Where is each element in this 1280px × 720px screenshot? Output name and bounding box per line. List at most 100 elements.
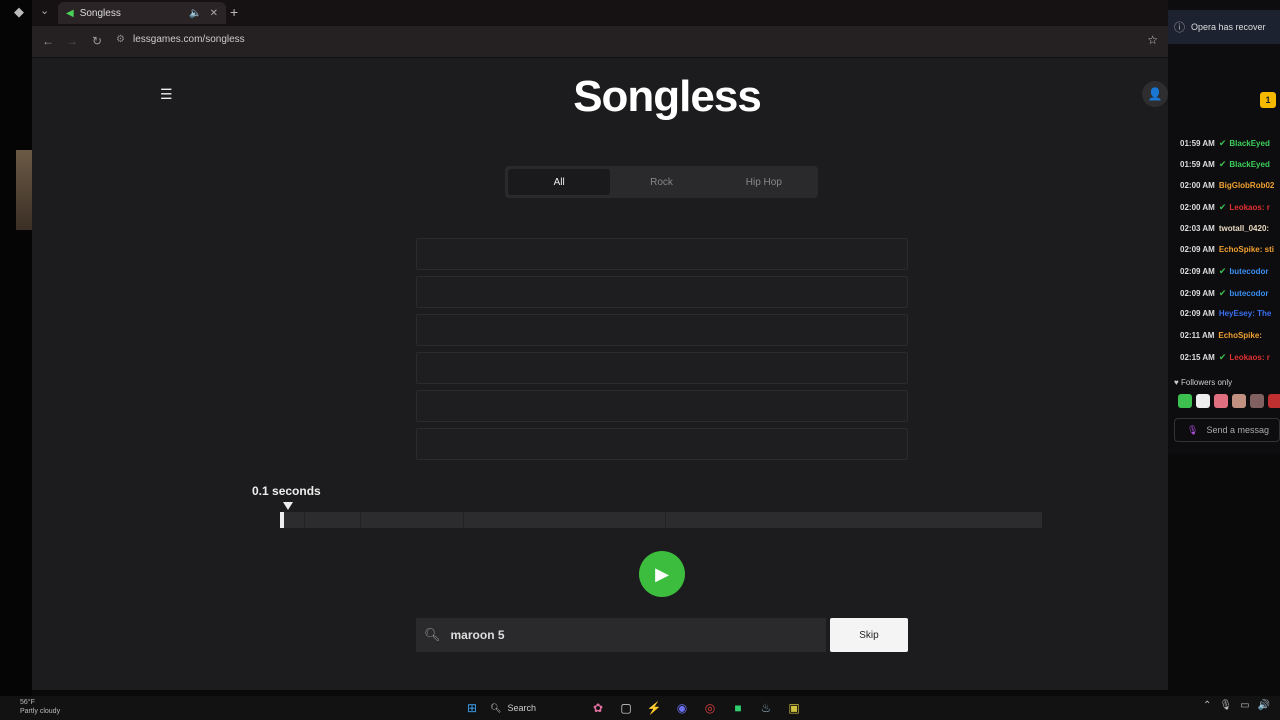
verified-badge-icon: ✔ [1218, 138, 1227, 148]
chat-timestamp: 02:09 AM [1180, 309, 1215, 319]
chat-username[interactable]: BlackEyed [1229, 160, 1269, 169]
verified-badge-icon: ✔ [1218, 287, 1227, 298]
taskbar-green-app-icon[interactable]: ■ [728, 698, 748, 718]
verified-badge-icon: ✔ [1218, 202, 1227, 213]
forward-arrow-icon[interactable]: → [66, 34, 78, 48]
song-search-box[interactable]: 🔍︎ maroon 5 [416, 618, 826, 652]
weather-widget[interactable]: 56°F Partly cloudy [20, 698, 60, 716]
taskbar-widget-icon[interactable]: ✿ [588, 698, 608, 718]
chat-message-input[interactable]: 🎙 Send a messag [1174, 418, 1280, 442]
verified-badge-icon: ✔ [1218, 352, 1227, 362]
emote-bar [1178, 394, 1280, 408]
chat-message: 01:59 AM ✔ BlackEyed [1180, 138, 1280, 149]
chat-timestamp: 01:59 AM [1180, 160, 1215, 170]
guess-slot [416, 390, 908, 422]
opera-recovery-notice[interactable]: ⓘ Opera has recover [1168, 10, 1280, 44]
skip-button[interactable]: Skip [830, 618, 908, 652]
chat-username[interactable]: EchoSpike: [1218, 331, 1262, 340]
url-text: lessgames.com/songless [132, 34, 245, 45]
user-account-icon[interactable]: 👤 [1142, 81, 1168, 107]
emote-icon[interactable] [1178, 394, 1192, 408]
chat-timestamp: 02:09 AM [1180, 267, 1215, 277]
new-tab-plus-icon[interactable]: + [230, 4, 238, 20]
chat-username[interactable]: HeyEsey: The [1219, 309, 1271, 318]
weather-temp: 56°F [20, 699, 35, 706]
genre-tab-hip-hop[interactable]: Hip Hop [713, 169, 815, 195]
guess-slot [416, 276, 908, 308]
reload-icon[interactable]: ↻ [92, 34, 102, 48]
search-input-value[interactable]: maroon 5 [451, 628, 505, 642]
verified-badge-icon: ✔ [1218, 266, 1227, 277]
bookmark-star-icon[interactable]: ☆ [1147, 33, 1158, 47]
chat-message: 02:09 AM ✔ butecodor [1180, 266, 1280, 277]
chat-message: 02:11 AM EchoSpike: [1180, 331, 1280, 340]
emote-icon[interactable] [1214, 394, 1228, 408]
site-logo: Songless [573, 72, 762, 121]
taskbar-game-icon[interactable]: ▣ [784, 698, 804, 718]
timeline-segment-divider [360, 512, 361, 528]
tray-volume-icon[interactable]: 🔊 [1258, 700, 1270, 711]
discord-icon[interactable]: ◉ [672, 698, 692, 718]
taskbar-apps: ⊞ 🔍︎ Search ✿ ▢ ⚡ ◉ ◎ ■ ♨ ▣ [462, 698, 804, 718]
taskbar-search-label: Search [507, 703, 536, 713]
followers-only-text: Followers only [1180, 378, 1233, 387]
guess-slot [416, 428, 908, 460]
genre-tabs: All Rock Hip Hop [505, 166, 818, 198]
chrome-icon[interactable]: ◎ [700, 698, 720, 718]
play-button[interactable]: ▶ [639, 551, 685, 597]
chat-timestamp: 02:15 AM [1180, 353, 1215, 362]
chat-message: 02:09 AM HeyEsey: The [1180, 309, 1280, 318]
system-tray: ⌃ 🎙 ▭ 🔊 [1203, 700, 1270, 711]
timeline-marker [283, 502, 293, 510]
play-icon: ▶ [655, 563, 669, 584]
tab-songless[interactable]: ◀ Songless 🔈 ✕ [58, 2, 226, 24]
back-arrow-icon[interactable]: ← [42, 34, 54, 48]
chat-username[interactable]: butecodor [1229, 267, 1268, 276]
chat-username[interactable]: twotall_0420: [1219, 224, 1269, 233]
emote-icon[interactable] [1268, 394, 1280, 408]
taskbar-app-icon[interactable]: ⚡ [644, 698, 664, 718]
chat-username[interactable]: butecodor [1229, 289, 1268, 298]
tab-close-icon[interactable]: ✕ [210, 8, 218, 19]
chat-username[interactable]: BigGlobRob02 [1219, 181, 1275, 190]
emote-icon[interactable] [1232, 394, 1246, 408]
guess-slot [416, 238, 908, 270]
followers-only-label: ♥ Followers only [1174, 378, 1233, 387]
chat-username[interactable]: Leokaos: r [1229, 353, 1269, 362]
chat-message: 02:09 AM EchoSpike: sti [1180, 245, 1280, 254]
weather-desc: Partly cloudy [20, 708, 61, 715]
guess-slot [416, 314, 908, 346]
chat-username[interactable]: BlackEyed [1229, 139, 1269, 148]
stream-chat-panel: ⓘ Opera has recover 1 01:59 AM ✔ BlackEyed… [1168, 0, 1280, 454]
timeline-progress [280, 512, 284, 528]
tab-bar: ⌄ ◀ Songless 🔈 ✕ + [32, 0, 1168, 26]
tray-chevron-icon[interactable]: ⌃ [1203, 700, 1211, 711]
genre-tab-rock[interactable]: Rock [610, 169, 712, 195]
steam-icon[interactable]: ♨ [756, 698, 776, 718]
songless-favicon-icon: ◀ [66, 7, 74, 19]
task-view-icon[interactable]: ▢ [616, 698, 636, 718]
chat-message: 02:15 AM ✔ Leokaos: r [1180, 352, 1280, 363]
tab-menu-chevron-icon[interactable]: ⌄ [40, 4, 49, 17]
taskbar-search[interactable]: 🔍︎ Search [490, 703, 580, 714]
songless-page: ☰ Songless 👤 All Rock Hip Hop 0.1 seconds … [32, 58, 1168, 690]
tray-mic-icon[interactable]: 🎙 [1219, 700, 1232, 711]
tray-display-icon[interactable]: ▭ [1240, 700, 1249, 711]
chat-message: 01:59 AM ✔ BlackEyed [1180, 159, 1280, 170]
emote-icon[interactable] [1196, 394, 1210, 408]
browser-window: ⌄ ◀ Songless 🔈 ✕ + ← → ↻ ⚙ lessgames.com… [32, 0, 1168, 690]
url-field[interactable]: ⚙ lessgames.com/songless [116, 34, 245, 45]
chat-username[interactable]: Leokaos: r [1229, 203, 1269, 212]
windows-taskbar: 56°F Partly cloudy ⊞ 🔍︎ Search ✿ ▢ ⚡ ◉ ◎… [0, 696, 1280, 720]
tab-audio-icon[interactable]: 🔈 [189, 8, 201, 19]
chat-message: 02:00 AM ✔ Leokaos: r [1180, 202, 1280, 213]
microphone-icon[interactable]: 🎙 [1187, 425, 1198, 436]
site-settings-icon[interactable]: ⚙ [116, 34, 125, 45]
emote-icon[interactable] [1250, 394, 1264, 408]
windows-start-icon[interactable]: ⊞ [462, 698, 482, 718]
chat-username[interactable]: EchoSpike: sti [1219, 245, 1274, 254]
genre-tab-all[interactable]: All [508, 169, 611, 195]
timeline-segment-divider [304, 512, 305, 528]
chat-timestamp: 02:00 AM [1180, 203, 1215, 213]
chat-timestamp: 01:59 AM [1180, 139, 1215, 148]
